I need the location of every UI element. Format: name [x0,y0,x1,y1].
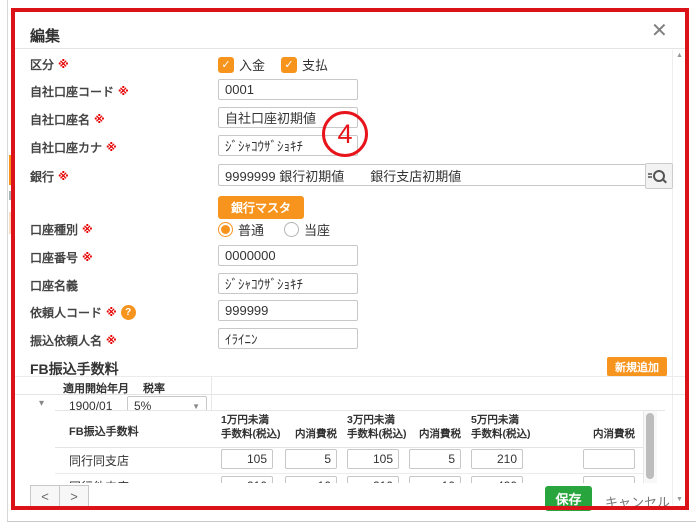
cancel-button[interactable]: キャンセル [605,492,670,511]
required-mark: ※ [106,306,117,319]
col-under10k-title: 1万円未満 [221,414,269,427]
checkbox-nyukin-label: 入金 [239,55,265,74]
fee-input[interactable] [409,476,461,483]
checkbox-shiharai[interactable]: ✓ 支払 [281,55,328,74]
chevron-right-icon: > [70,489,78,504]
checkbox-nyukin[interactable]: ✓ 入金 [218,55,265,74]
col-under50k-sub: 手数料(税込) [471,428,531,441]
close-icon[interactable]: ✕ [651,21,668,41]
field-label-account-type: 口座種別 ※ [30,221,93,238]
col-under10k-sub: 手数料(税込) [221,428,281,441]
radio-toza[interactable]: 当座 [284,220,330,239]
required-mark: ※ [118,85,129,98]
bank-input[interactable] [218,164,650,186]
fee-input[interactable] [285,449,337,469]
fee-detail-table: FB振込手数料 1万円未満 手数料(税込) 内消費税 3万円未満 手数料(税込)… [55,410,665,483]
fee-name-header: FB振込手数料 [69,423,139,439]
required-mark: ※ [94,113,105,126]
bank-search-button[interactable] [645,163,673,189]
checkbox-checked-icon[interactable]: ✓ [218,57,234,73]
field-label-own-account-code: 自社口座コード ※ [30,83,129,100]
col-under50k-title: 5万円未満 [471,414,519,427]
radio-unselected-icon[interactable] [284,222,299,237]
field-label-account-holder: 口座名義 [30,277,78,294]
client-code-input[interactable] [218,300,358,321]
required-mark: ※ [106,334,117,347]
kubun-checkbox-group: ✓ 入金 ✓ 支払 [218,55,328,74]
next-page-button[interactable]: > [59,485,89,508]
fee-input[interactable] [347,449,399,469]
fee-input[interactable] [583,476,635,483]
pagination: < > [30,485,89,508]
scroll-down-icon[interactable]: ▼ [673,496,686,503]
prev-page-button[interactable]: < [30,485,60,508]
col-tax3-header: 内消費税 [583,428,635,441]
fee-row-name: 同行他支店 [69,478,129,483]
edit-dialog: 編集 ✕ ▲ ▼ 区分 ※ ✓ 入金 ✓ 支払 自社口座コード ※ 自社口座名 … [15,12,685,508]
field-label-own-account-name: 自社口座名 ※ [30,111,105,128]
required-mark: ※ [106,141,117,154]
fee-input[interactable] [221,476,273,483]
fee-input[interactable] [471,449,523,469]
fee-table-top-border [15,376,685,377]
background-page-bottom-line [7,521,696,522]
required-mark: ※ [82,223,93,236]
account-number-input[interactable] [218,245,358,266]
radio-selected-icon[interactable] [218,222,233,237]
header-divider [15,48,685,49]
field-label-transfer-client-name: 振込依頼人名 ※ [30,332,117,349]
required-mark: ※ [58,58,69,71]
fee-input[interactable] [409,449,461,469]
bank-master-button[interactable]: 銀行マスタ [218,196,304,219]
fee-input[interactable] [347,476,399,483]
fee-header-divider [15,394,685,395]
radio-futsu-label: 普通 [238,220,264,239]
col-under30k-title: 3万円未満 [347,414,395,427]
own-account-name-input[interactable] [218,107,358,128]
add-new-button[interactable]: 新規追加 [607,357,667,376]
fee-row-name: 同行同支店 [69,452,129,469]
checkbox-checked-icon[interactable]: ✓ [281,57,297,73]
background-page-edge [7,0,8,521]
fee-input[interactable] [583,449,635,469]
col-under30k-sub: 手数料(税込) [347,428,407,441]
fee-row-divider [55,473,643,474]
col-tax1-header: 内消費税 [285,428,337,441]
field-label-own-account-kana: 自社口座カナ ※ [30,139,117,156]
dialog-scrollbar[interactable]: ▲ ▼ [672,50,686,505]
field-label-client-code: 依頼人コード ※ ? [30,304,136,321]
row-expand-caret-icon[interactable]: ▾ [39,398,44,409]
fee-table-scrollbar[interactable] [643,411,657,483]
scrollbar-thumb[interactable] [646,413,654,479]
search-icon [653,170,665,182]
radio-toza-label: 当座 [304,220,330,239]
chevron-left-icon: < [41,489,49,504]
own-account-kana-input[interactable] [218,135,358,156]
field-label-bank: 銀行 ※ [30,168,69,185]
transfer-client-name-input[interactable] [218,328,358,349]
fee-input[interactable] [471,476,523,483]
required-mark: ※ [58,170,69,183]
field-label-kubun: 区分 ※ [30,56,69,73]
account-holder-input[interactable] [218,273,358,294]
radio-futsu[interactable]: 普通 [218,220,264,239]
checkbox-shiharai-label: 支払 [302,55,328,74]
fee-input[interactable] [285,476,337,483]
scroll-up-icon[interactable]: ▲ [673,52,686,59]
fee-detail-header-divider [55,447,643,448]
save-button[interactable]: 保存 [545,486,592,511]
dialog-title: 編集 [30,25,60,46]
account-type-radio-group: 普通 当座 [218,220,330,239]
col-tax2-header: 内消費税 [409,428,461,441]
fee-input[interactable] [221,449,273,469]
required-mark: ※ [82,251,93,264]
help-icon[interactable]: ? [121,305,136,320]
own-account-code-input[interactable] [218,79,358,100]
field-label-account-number: 口座番号 ※ [30,249,93,266]
